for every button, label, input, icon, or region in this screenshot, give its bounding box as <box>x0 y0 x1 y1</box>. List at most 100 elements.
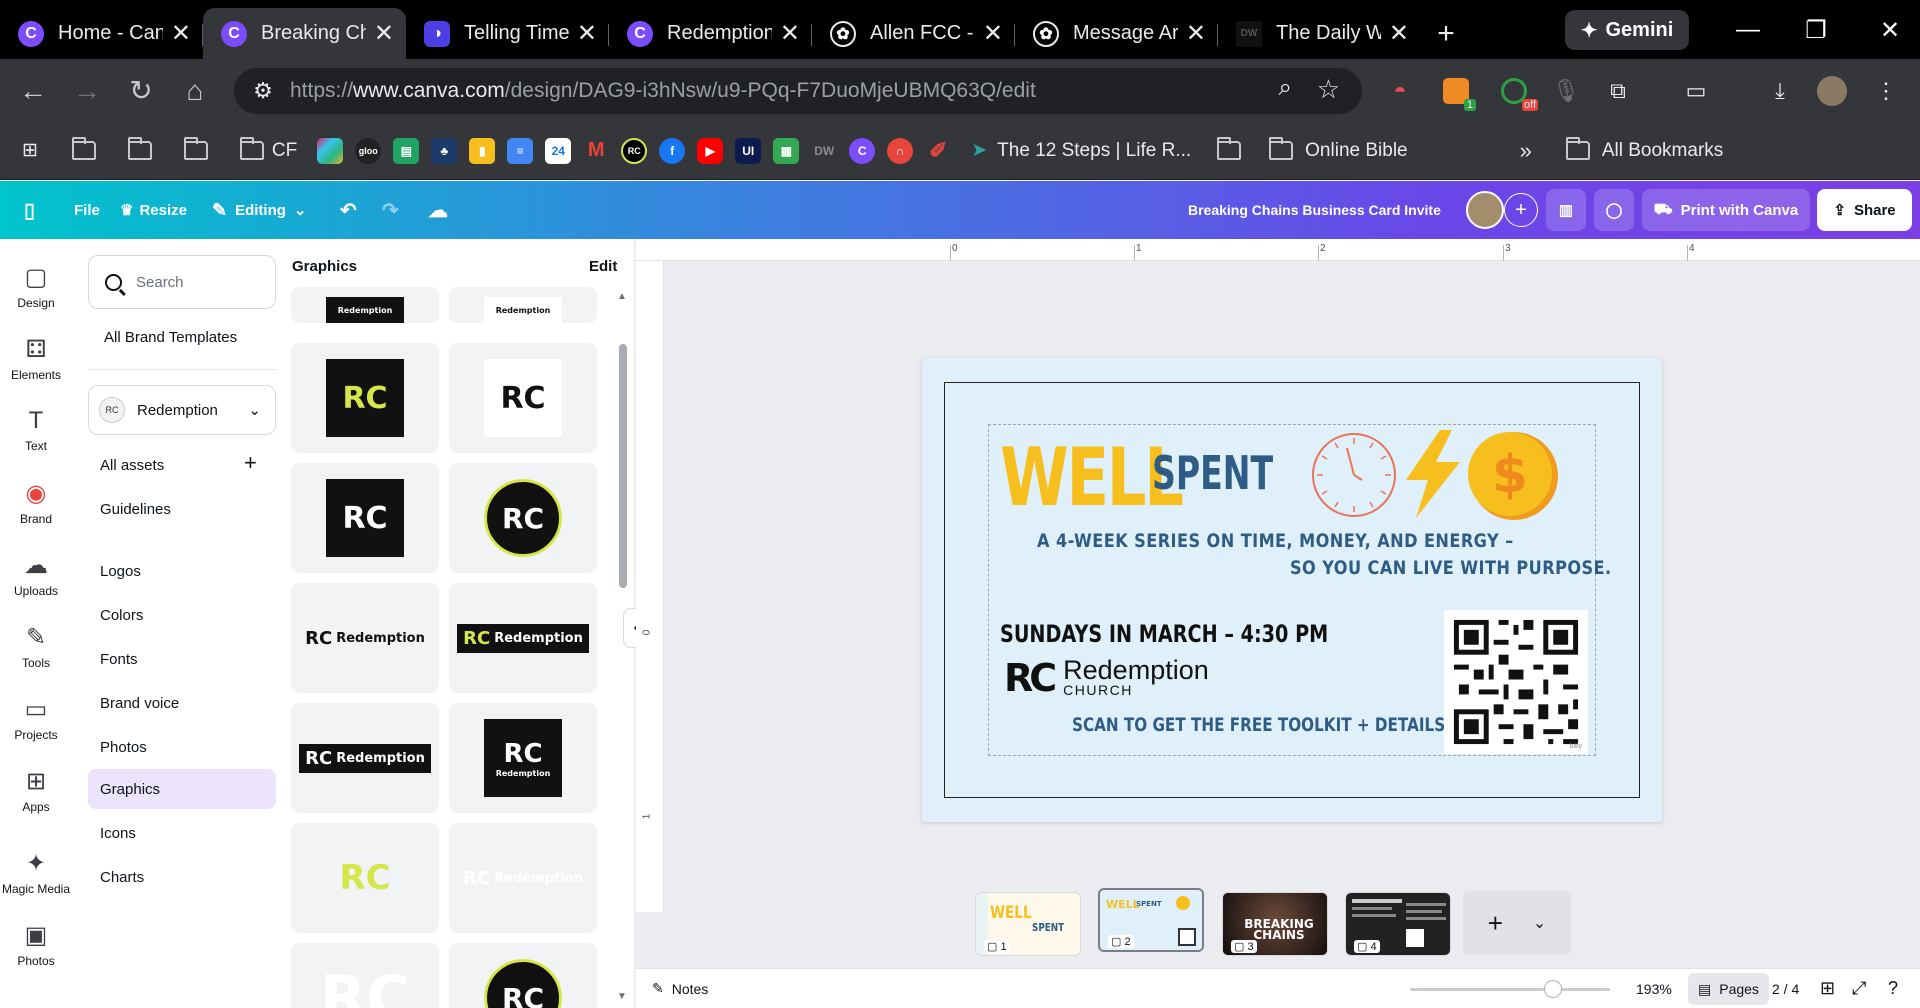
brand-item-charts[interactable]: Charts <box>100 869 144 886</box>
more-bookmarks-button[interactable]: » <box>1514 133 1538 169</box>
all-brand-templates-link[interactable]: All Brand Templates <box>104 329 237 346</box>
address-bar[interactable]: ⚙ https://www.canva.com/design/DAG9-i3hN… <box>234 68 1362 114</box>
all-assets-link[interactable]: All assets <box>100 457 164 474</box>
graphic-card[interactable]: RC <box>291 343 439 453</box>
zoom-slider-handle[interactable] <box>1544 980 1562 998</box>
zoom-level[interactable]: 193% <box>1636 981 1672 997</box>
brand-kit-select[interactable]: RC Redemption ⌄ <box>88 385 276 435</box>
graphics-scrollbar[interactable] <box>619 344 627 588</box>
brand-item-brand-voice[interactable]: Brand voice <box>100 695 179 712</box>
tab-daily-w[interactable]: DW The Daily W ✕ <box>1218 8 1421 59</box>
tab-telling-time[interactable]: ◑ Telling Time ✕ <box>406 8 609 59</box>
graphic-card[interactable]: RC Redemption <box>449 583 597 693</box>
scroll-up-icon[interactable]: ▲ <box>617 291 627 302</box>
rail-design[interactable]: ▢ Design <box>0 263 72 310</box>
pocket-icon[interactable]: ◓ <box>1380 71 1420 111</box>
calendar-icon[interactable]: 24 <box>539 133 577 169</box>
bookmark-star-icon[interactable]: ☆ <box>1317 74 1340 105</box>
rail-brand[interactable]: ◉ Brand <box>0 479 72 526</box>
coin-icon[interactable]: $ <box>1466 428 1562 524</box>
bookmark-folder[interactable] <box>178 133 214 169</box>
graphic-card[interactable]: RC Redemption <box>449 703 597 813</box>
rail-magic-media[interactable]: ✦ Magic Media <box>0 849 72 896</box>
file-menu[interactable]: File <box>74 202 100 219</box>
headphones-icon[interactable]: ∩ <box>881 133 919 169</box>
add-collaborator-icon[interactable]: + <box>1504 193 1538 227</box>
add-asset-icon[interactable]: + <box>244 450 257 476</box>
dw-bookmark-icon[interactable]: DW <box>805 133 843 169</box>
microphone-icon[interactable]: 🎙 <box>1546 71 1586 111</box>
close-icon[interactable]: ✕ <box>780 19 800 48</box>
bookmark-online-bible[interactable]: Online Bible <box>1263 133 1413 169</box>
minimize-button[interactable]: — <box>1718 10 1778 50</box>
series-description-line1[interactable]: A 4-WEEK SERIES ON TIME, MONEY, AND ENER… <box>1037 530 1514 552</box>
rail-tools[interactable]: ✎ Tools <box>0 623 72 670</box>
spent-heading[interactable]: SPENT <box>1152 450 1273 496</box>
tab-breaking-chains[interactable]: CBreaking Chains✕ <box>203 8 406 59</box>
redo-icon[interactable]: ↷ <box>382 198 399 223</box>
clock-icon[interactable] <box>1309 430 1399 520</box>
page-thumbnail-4[interactable]: ▢ 4 <box>1345 892 1451 956</box>
gmail-icon[interactable]: M <box>577 133 615 169</box>
facebook-icon[interactable]: f <box>653 133 691 169</box>
add-page-button[interactable]: + ⌄ <box>1463 891 1571 955</box>
redemption-church-logo[interactable]: RC Redemption CHURCH <box>1004 656 1209 700</box>
zoom-icon[interactable]: ⌕ <box>1279 74 1292 102</box>
slack-icon[interactable] <box>311 133 349 169</box>
brand-item-colors[interactable]: Colors <box>100 607 143 624</box>
lightning-bolt-icon[interactable] <box>1402 430 1464 518</box>
close-window-button[interactable]: ✕ <box>1860 10 1920 50</box>
graphic-card[interactable]: RC Redemption <box>449 823 597 933</box>
docs-icon[interactable]: ≡ <box>501 133 539 169</box>
tab-message[interactable]: ✿ Message Ar ✕ <box>1015 8 1218 59</box>
browser-menu-icon[interactable]: ⋮ <box>1866 71 1906 111</box>
bookmark-12-steps[interactable]: ➤ The 12 Steps | Life R... <box>965 133 1197 169</box>
apps-grid-icon[interactable]: ⊞ <box>16 133 44 169</box>
home-icon[interactable]: ⌂ <box>168 66 222 116</box>
graphic-card[interactable]: RC <box>291 823 439 933</box>
sidebar-toggle-icon[interactable]: ▯ <box>24 198 35 223</box>
graphics-edit-button[interactable]: Edit <box>589 258 617 275</box>
brand-item-graphics[interactable]: Graphics <box>100 781 160 798</box>
collaborator-avatar[interactable] <box>1466 191 1504 229</box>
pen-icon[interactable]: ✐ <box>919 133 957 169</box>
scan-cta-text[interactable]: SCAN TO GET THE FREE TOOLKIT + DETAILS <box>1072 714 1445 736</box>
rail-uploads[interactable]: ☁ Uploads <box>0 551 72 598</box>
tab-allen-fcc[interactable]: ✿ Allen FCC - ✕ <box>812 8 1015 59</box>
cloud-saved-icon[interactable]: ☁ <box>428 198 448 223</box>
print-with-canva-button[interactable]: ⛟ Print with Canva <box>1642 189 1810 231</box>
site-settings-icon[interactable]: ⚙ <box>248 76 278 106</box>
rail-text[interactable]: T Text <box>0 407 72 453</box>
scroll-down-icon[interactable]: ▼ <box>617 991 627 1002</box>
pages-button[interactable]: ▤ Pages <box>1688 973 1769 1005</box>
close-icon[interactable]: ✕ <box>983 19 1003 48</box>
forward-arrow-icon[interactable]: → <box>60 66 114 116</box>
close-icon[interactable]: ✕ <box>171 19 191 48</box>
qr-code[interactable]: bitly <box>1444 610 1588 754</box>
graphic-card[interactable]: Redemption <box>449 287 597 323</box>
close-icon[interactable]: ✕ <box>374 19 394 48</box>
extensions-puzzle-icon[interactable]: ⧉ <box>1598 71 1638 111</box>
sheets-icon[interactable]: ▦ <box>767 133 805 169</box>
graphic-card[interactable]: RC <box>291 463 439 573</box>
ui-icon[interactable]: UI <box>729 133 767 169</box>
grid-view-icon[interactable]: ⊞ <box>1820 978 1835 999</box>
bookmark-folder[interactable] <box>1211 133 1247 169</box>
chevron-down-icon[interactable]: ⌄ <box>1533 913 1546 933</box>
rail-elements[interactable]: ⚃ Elements <box>0 335 72 382</box>
rc-icon[interactable]: RC <box>615 133 653 169</box>
undo-icon[interactable]: ↶ <box>340 198 357 223</box>
comment-icon[interactable]: ◯ <box>1594 189 1634 231</box>
close-icon[interactable]: ✕ <box>1186 19 1206 48</box>
zoom-slider[interactable] <box>1410 988 1610 991</box>
youtube-icon[interactable]: ▶ <box>691 133 729 169</box>
graphic-card[interactable]: RC <box>449 343 597 453</box>
page-thumbnail-1[interactable]: WELL SPENT ▢ 1 <box>975 892 1081 956</box>
graphic-card[interactable]: RC Redemption <box>291 703 439 813</box>
share-button[interactable]: ⇪ Share <box>1817 189 1912 231</box>
maximize-button[interactable]: ❐ <box>1786 10 1846 50</box>
resize-button[interactable]: ♛ Resize <box>120 201 187 220</box>
fullscreen-icon[interactable]: ⤢ <box>1852 978 1866 999</box>
gemini-button[interactable]: ✦ Gemini <box>1565 10 1689 50</box>
help-icon[interactable]: ? <box>1888 978 1898 999</box>
